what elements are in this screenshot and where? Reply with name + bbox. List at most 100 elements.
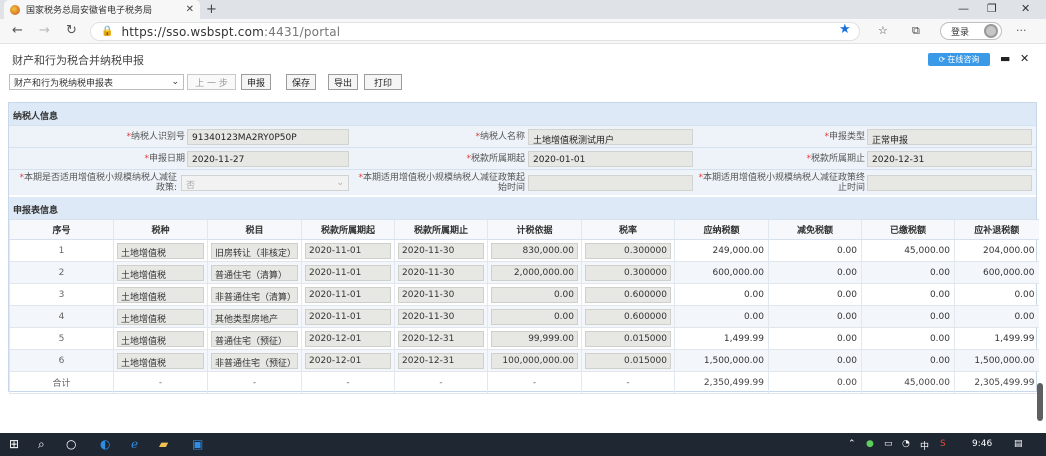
table-cell: 2020-12-01 <box>301 349 395 372</box>
print-button[interactable]: 打印 <box>364 74 402 90</box>
cell-field[interactable]: 0.00 <box>491 286 578 303</box>
cell-field[interactable]: 0.015000 <box>585 330 671 347</box>
table-cell: 99,999.00 <box>487 327 582 350</box>
back-icon[interactable]: ← <box>12 23 23 38</box>
cell-field[interactable]: 2,000,000.00 <box>491 264 578 281</box>
cell-field[interactable]: 土地增值税 <box>117 352 204 369</box>
address-bar[interactable]: 🔒 https://sso.wsbspt.com:4431/portal <box>90 22 860 41</box>
cell-field[interactable]: 0.300000 <box>585 264 671 281</box>
small-scale-policy-select[interactable]: 否 ⌄ <box>181 175 349 191</box>
ie-icon[interactable]: ℯ <box>131 437 138 451</box>
cell-field[interactable]: 2020-12-31 <box>398 330 484 347</box>
period-end-field[interactable]: 2020-12-31 <box>867 151 1032 167</box>
table-row: 2 土地增值税 普通住宅（清算） 2020-11-01 2020-11-30 2,000,… <box>9 261 1039 284</box>
cell-field[interactable]: 2020-11-30 <box>398 286 484 303</box>
cell-field[interactable]: 2020-12-01 <box>305 352 391 369</box>
restore-icon[interactable]: ❐ <box>987 2 997 15</box>
close-window-icon[interactable]: ✕ <box>1021 2 1030 15</box>
cell-field[interactable]: 土地增值税 <box>117 264 204 281</box>
cell-field[interactable]: 普通住宅（预征） <box>211 330 298 347</box>
cell-field[interactable]: 其他类型房地产 <box>211 308 298 325</box>
favorites-icon[interactable]: ☆ <box>878 24 888 37</box>
policy-start-field[interactable] <box>528 175 693 191</box>
cell-field[interactable]: 2020-11-30 <box>398 308 484 325</box>
row-index: 4 <box>9 305 114 328</box>
app-icon[interactable]: ▣ <box>192 437 203 451</box>
close-tab-icon[interactable]: ✕ <box>186 4 194 15</box>
cell-field[interactable]: 非普通住宅（预征） <box>211 352 298 369</box>
cell-field[interactable]: 0.600000 <box>585 286 671 303</box>
cell-field[interactable]: 2020-11-30 <box>398 242 484 259</box>
favorite-star-icon[interactable]: ★ <box>839 22 851 37</box>
table-cell: 0.00 <box>768 327 862 350</box>
clock[interactable]: 9:46 <box>972 439 992 449</box>
policy-end-field[interactable] <box>867 175 1032 191</box>
cell-field[interactable]: 2020-12-31 <box>398 352 484 369</box>
submit-button[interactable]: 申报 <box>241 74 271 90</box>
forward-icon[interactable]: → <box>39 23 50 38</box>
browser-tab[interactable]: 国家税务总局安徽省电子税务局 ✕ <box>4 0 200 19</box>
tray-arrow-icon[interactable]: ⌃ <box>848 439 856 449</box>
table-cell: 100,000,000.00 <box>487 349 582 372</box>
close-page-icon[interactable]: ✕ <box>1020 52 1029 65</box>
period-start-field[interactable]: 2020-01-01 <box>528 151 693 167</box>
cell-field[interactable]: 0.015000 <box>585 352 671 369</box>
cell-field[interactable]: 2020-11-01 <box>305 264 391 281</box>
cell-field[interactable]: 土地增值税 <box>117 330 204 347</box>
table-cell: 2020-11-01 <box>301 305 395 328</box>
cell-field[interactable]: 土地增值税 <box>117 286 204 303</box>
table-cell: 普通住宅（清算） <box>207 261 302 284</box>
cell-field[interactable]: 普通住宅（清算） <box>211 264 298 281</box>
login-button[interactable]: 登录 <box>940 22 1002 40</box>
windows-start-icon[interactable]: ⊞ <box>9 437 19 451</box>
total-row: 合计 - - - - - -2,350,499.99 0.00 45,000.00 2,305,4… <box>9 371 1039 394</box>
battery-icon[interactable]: ▭ <box>884 439 893 449</box>
taxpayer-id-field[interactable]: 91340123MA2RY0P50P <box>187 129 349 145</box>
refresh-icon[interactable]: ↻ <box>66 23 77 38</box>
cell-field[interactable]: 2020-11-30 <box>398 264 484 281</box>
network-icon[interactable]: ◔ <box>902 439 910 449</box>
cell-field[interactable]: 2020-11-01 <box>305 308 391 325</box>
taxpayer-name-field[interactable]: 土地增值税测试用户 <box>528 129 693 145</box>
more-icon[interactable]: ··· <box>1016 24 1027 37</box>
cell-field[interactable]: 99,999.00 <box>491 330 578 347</box>
declare-type-field[interactable]: 正常申报 <box>867 129 1032 145</box>
cell-field[interactable]: 土地增值税 <box>117 242 204 259</box>
cell-field[interactable]: 0.600000 <box>585 308 671 325</box>
avatar-icon <box>984 24 998 38</box>
prev-step-button[interactable]: 上 一 步 <box>187 74 236 90</box>
search-icon[interactable]: ⌕ <box>38 437 45 452</box>
table-cell: 普通住宅（预征） <box>207 327 302 350</box>
login-label: 登录 <box>951 27 970 38</box>
cell-field[interactable]: 2020-11-01 <box>305 242 391 259</box>
table-cell: 2020-12-01 <box>301 327 395 350</box>
cell-field[interactable]: 2020-12-01 <box>305 330 391 347</box>
declare-date-field[interactable]: 2020-11-27 <box>187 151 349 167</box>
task-view-icon[interactable]: ○ <box>66 437 76 451</box>
export-button[interactable]: 导出 <box>328 74 358 90</box>
cell-field[interactable]: 非普通住宅（清算） <box>211 286 298 303</box>
ime-indicator[interactable]: 中 <box>920 439 929 452</box>
table-cell: 249,000.00 <box>674 239 769 262</box>
collections-icon[interactable]: ⧉ <box>912 24 920 38</box>
tray-app-icon[interactable]: ● <box>866 439 874 449</box>
security-icon[interactable]: S <box>940 439 946 449</box>
edge-icon[interactable]: ◐ <box>100 437 110 451</box>
save-button[interactable]: 保存 <box>286 74 316 90</box>
cell-field[interactable]: 0.00 <box>491 308 578 325</box>
minimize-icon[interactable]: — <box>958 2 969 15</box>
report-type-select[interactable]: 财产和行为税纳税申报表 ⌄ <box>9 74 184 90</box>
cell-field[interactable]: 旧房转让（非核定） <box>211 242 298 259</box>
window-icon[interactable]: ▬ <box>1000 52 1010 65</box>
cell-field[interactable]: 830,000.00 <box>491 242 578 259</box>
cell-field[interactable]: 100,000,000.00 <box>491 352 578 369</box>
cell-field[interactable]: 2020-11-01 <box>305 286 391 303</box>
notification-icon[interactable]: ▤ <box>1014 439 1023 449</box>
cell-field[interactable]: 0.300000 <box>585 242 671 259</box>
online-consult-button[interactable]: ⟳ 在线咨询 <box>928 53 990 66</box>
cell-field[interactable]: 土地增值税 <box>117 308 204 325</box>
new-tab-icon[interactable]: + <box>206 2 217 17</box>
scrollbar[interactable] <box>1037 383 1043 421</box>
tab-title: 国家税务总局安徽省电子税务局 <box>26 6 153 16</box>
file-explorer-icon[interactable]: ▰ <box>159 437 168 451</box>
